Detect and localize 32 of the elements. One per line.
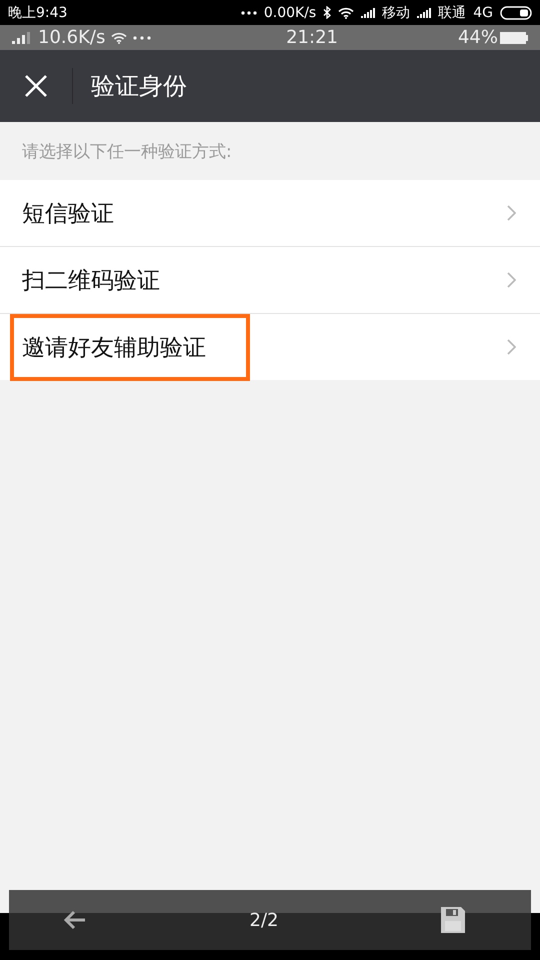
status-time: 晚上9:43: [8, 4, 68, 22]
chevron-icon: [507, 205, 516, 221]
option-label: 扫二维码验证: [22, 266, 160, 296]
verification-option[interactable]: 短信验证: [0, 180, 540, 247]
dots-icon: [133, 36, 152, 40]
instruction-text: 请选择以下任一种验证方式:: [21, 140, 233, 164]
battery-icon: [500, 32, 528, 44]
signal-icon: [361, 8, 376, 18]
verification-option[interactable]: 扫二维码验证: [0, 247, 540, 314]
signal-icon: [417, 8, 432, 18]
wifi-icon: [111, 32, 128, 44]
close-icon[interactable]: [24, 74, 48, 98]
option-label: 短信验证: [22, 200, 114, 228]
carrier-name: 联通: [438, 4, 466, 22]
save-icon[interactable]: [441, 907, 465, 933]
verification-option[interactable]: 邀请好友辅助验证: [0, 314, 540, 380]
signal-icon: [12, 32, 32, 44]
carrier-name: 移动: [382, 4, 410, 22]
battery-percent: 44%: [458, 27, 498, 48]
network-type: 4G: [473, 4, 493, 20]
chevron-icon: [507, 272, 516, 288]
network-speed: 0.00K/s: [264, 4, 316, 20]
battery-icon: [500, 6, 532, 20]
bluetooth-icon: [323, 6, 332, 19]
page-counter: 2/2: [250, 910, 278, 930]
status-time: 21:21: [286, 27, 338, 48]
network-speed: 10.6K/s: [38, 27, 106, 48]
chevron-icon: [507, 339, 516, 355]
wifi-icon: [338, 6, 354, 18]
back-arrow-icon[interactable]: [63, 910, 87, 930]
dots-icon: [240, 10, 257, 14]
page-title: 验证身份: [91, 71, 187, 102]
